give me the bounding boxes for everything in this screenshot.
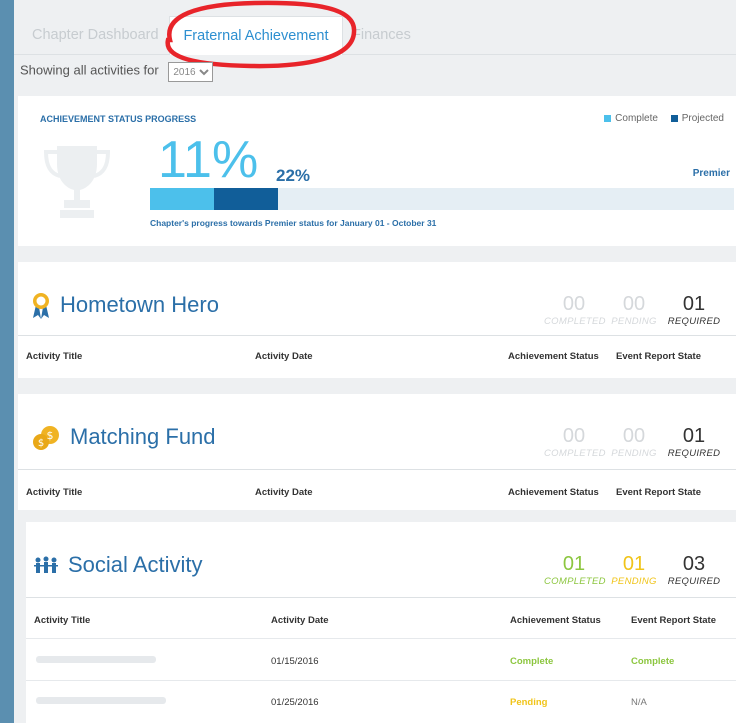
section-name: Matching Fund bbox=[70, 424, 216, 449]
coins-icon: $ $ bbox=[33, 426, 59, 451]
section-name: Social Activity bbox=[68, 552, 203, 577]
section-title: Social Activity bbox=[34, 552, 203, 578]
pending-count: 01 PENDING bbox=[611, 553, 657, 587]
year-filter: Showing all activities for 2016 bbox=[20, 62, 214, 82]
required-count: 01 REQUIRED bbox=[667, 425, 721, 459]
pending-count: 00 PENDING bbox=[611, 425, 657, 459]
header-achievement-status[interactable]: Achievement Status bbox=[508, 351, 599, 362]
header-activity-date[interactable]: Activity Date bbox=[255, 351, 313, 362]
app-frame: Chapter Dashboard Fraternal Achievement … bbox=[14, 0, 736, 723]
activity-title-redacted bbox=[36, 656, 156, 663]
header-event-report-state[interactable]: Event Report State bbox=[631, 615, 716, 626]
activity-date: 01/25/2016 bbox=[271, 697, 319, 708]
progress-caption: Chapter's progress towards Premier statu… bbox=[150, 218, 437, 228]
completed-count: 01 COMPLETED bbox=[544, 553, 606, 587]
people-icon bbox=[34, 556, 58, 574]
header-event-report-state[interactable]: Event Report State bbox=[616, 487, 701, 498]
year-filter-label: Showing all activities for bbox=[20, 62, 159, 78]
progress-bar bbox=[150, 188, 734, 210]
trophy-icon bbox=[43, 146, 111, 218]
event-report-state: Complete bbox=[631, 656, 675, 667]
complete-percent: 11% bbox=[158, 131, 259, 189]
header-achievement-status[interactable]: Achievement Status bbox=[510, 615, 601, 626]
section-divider bbox=[18, 469, 736, 470]
row-divider bbox=[26, 680, 736, 681]
activity-title-redacted bbox=[36, 697, 166, 704]
tab-chapter-dashboard[interactable]: Chapter Dashboard bbox=[32, 16, 159, 54]
completed-count: 00 COMPLETED bbox=[544, 293, 606, 327]
required-count: 01 REQUIRED bbox=[667, 293, 721, 327]
achievement-status: Complete bbox=[510, 656, 554, 667]
section-divider bbox=[18, 335, 736, 336]
tab-finances[interactable]: Finances bbox=[352, 16, 411, 54]
section-name: Hometown Hero bbox=[60, 292, 219, 317]
section-title: $ $ Matching Fund bbox=[32, 424, 216, 451]
ribbon-icon bbox=[33, 293, 49, 320]
legend-swatch-projected bbox=[670, 114, 678, 122]
row-divider bbox=[26, 638, 736, 639]
achievement-status: Pending bbox=[510, 697, 548, 708]
section-title: Hometown Hero bbox=[32, 292, 219, 320]
legend-projected: Projected bbox=[681, 113, 724, 124]
legend-complete: Complete bbox=[615, 113, 658, 124]
progress-complete bbox=[150, 188, 214, 210]
svg-text:$: $ bbox=[38, 438, 44, 449]
legend-swatch-complete bbox=[604, 114, 612, 122]
header-activity-title[interactable]: Activity Title bbox=[26, 487, 82, 498]
header-achievement-status[interactable]: Achievement Status bbox=[508, 487, 599, 498]
section-divider bbox=[26, 597, 736, 598]
header-activity-title[interactable]: Activity Title bbox=[26, 351, 82, 362]
required-count: 03 REQUIRED bbox=[667, 553, 721, 587]
year-select[interactable]: 2016 bbox=[168, 62, 214, 82]
progress-legend: Complete Projected bbox=[594, 113, 724, 124]
section-matching-fund: $ $ Matching Fund 00 COMPLETED 00 PENDING … bbox=[18, 394, 736, 510]
event-report-state: N/A bbox=[631, 697, 647, 708]
achievement-card: ACHIEVEMENT STATUS PROGRESS Complete Pro… bbox=[18, 96, 736, 246]
section-hometown-hero: Hometown Hero 00 COMPLETED 00 PENDING 01 RE… bbox=[18, 262, 736, 378]
completed-count: 00 COMPLETED bbox=[544, 425, 606, 459]
premier-label: Premier bbox=[692, 168, 730, 179]
tab-bar: Chapter Dashboard Fraternal Achievement … bbox=[14, 16, 736, 55]
section-social-activity: Social Activity 01 COMPLETED 01 PENDING 03… bbox=[26, 522, 736, 723]
header-activity-title[interactable]: Activity Title bbox=[34, 615, 90, 626]
header-activity-date[interactable]: Activity Date bbox=[271, 615, 329, 626]
projected-percent: 22% bbox=[276, 166, 311, 185]
achievement-title: ACHIEVEMENT STATUS PROGRESS bbox=[40, 114, 197, 124]
svg-text:$: $ bbox=[47, 429, 54, 442]
header-activity-date[interactable]: Activity Date bbox=[255, 487, 313, 498]
header-event-report-state[interactable]: Event Report State bbox=[616, 351, 701, 362]
pending-count: 00 PENDING bbox=[611, 293, 657, 327]
activity-date: 01/15/2016 bbox=[271, 656, 319, 667]
